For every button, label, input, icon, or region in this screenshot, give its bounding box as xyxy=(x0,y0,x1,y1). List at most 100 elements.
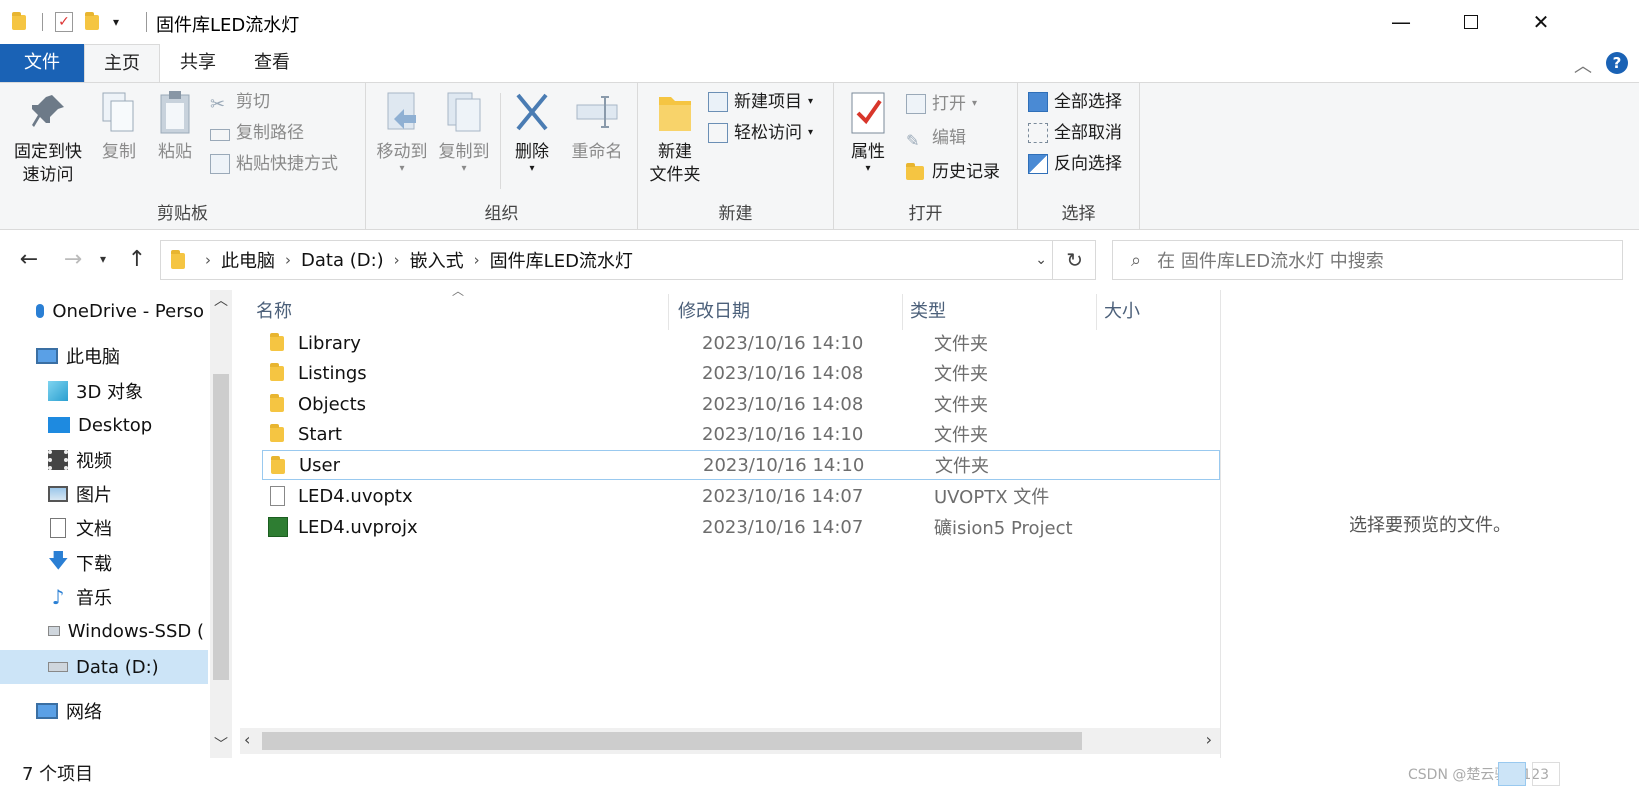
customize-quick-access-icon[interactable]: ▾ xyxy=(113,15,119,29)
paste-shortcut-button[interactable]: 粘贴快捷方式 xyxy=(210,151,338,177)
scroll-thumb[interactable] xyxy=(213,374,229,680)
copy-to-button[interactable]: 复制到 ▾ xyxy=(434,89,494,174)
scroll-thumb[interactable] xyxy=(262,732,1082,750)
open-label: 打开 xyxy=(932,94,966,114)
file-date: 2023/10/16 14:07 xyxy=(702,485,864,507)
tab-share[interactable]: 共享 xyxy=(160,44,236,82)
copy-button[interactable]: 复制 xyxy=(94,89,144,164)
watermark: CSDN @楚云骑士123 xyxy=(1408,767,1550,783)
network-icon xyxy=(36,703,58,719)
open-icon xyxy=(906,94,926,114)
new-group-label: 新建 xyxy=(718,204,753,224)
open-button[interactable]: 打开 ▾ xyxy=(906,91,977,117)
copy-to-icon xyxy=(442,89,486,137)
scroll-right-icon[interactable]: › xyxy=(1206,730,1212,749)
folder-icon xyxy=(169,250,189,270)
refresh-icon[interactable]: ↻ xyxy=(1066,248,1083,272)
scroll-down-icon[interactable]: ﹀ xyxy=(214,734,228,754)
properties-check-icon[interactable]: ✓ xyxy=(55,12,73,32)
minimize-button[interactable]: — xyxy=(1366,0,1436,44)
tab-home[interactable]: 主页 xyxy=(84,44,160,83)
nav-label: 图片 xyxy=(76,485,112,506)
file-type: 文件夹 xyxy=(934,334,988,355)
table-row[interactable]: Listings 2023/10/16 14:08 文件夹 xyxy=(262,358,1220,388)
delete-button[interactable]: 删除 ▾ xyxy=(502,89,562,174)
large-icons-view-icon[interactable] xyxy=(1532,762,1560,786)
scroll-up-icon[interactable]: ︿ xyxy=(214,290,228,310)
nav-item-music[interactable]: ♪ 音乐 xyxy=(48,582,204,612)
recent-locations-button[interactable]: ▾ xyxy=(92,242,114,276)
cube-icon xyxy=(48,381,68,401)
column-header-date[interactable]: 修改日期 xyxy=(678,294,750,330)
column-header-size[interactable]: 大小 xyxy=(1104,294,1140,330)
scroll-left-icon[interactable]: ‹ xyxy=(244,730,250,749)
new-item-button[interactable]: 新建项目 ▾ xyxy=(708,89,813,115)
select-all-button[interactable]: 全部选择 xyxy=(1028,89,1122,115)
file-type: UVOPTX 文件 xyxy=(934,487,1050,508)
new-folder-icon[interactable] xyxy=(85,12,103,32)
tab-view[interactable]: 查看 xyxy=(234,44,310,82)
nav-item-pictures[interactable]: 图片 xyxy=(48,479,204,509)
up-arrow-icon: ↑ xyxy=(127,246,147,272)
select-group-label: 选择 xyxy=(1061,204,1096,224)
table-row[interactable]: Start 2023/10/16 14:10 文件夹 xyxy=(262,419,1220,449)
address-dropdown-icon[interactable]: ⌄ xyxy=(1035,252,1047,268)
column-header-name[interactable]: 名称 xyxy=(256,294,292,330)
table-row[interactable]: Library 2023/10/16 14:10 文件夹 xyxy=(262,328,1220,358)
table-row[interactable]: User 2023/10/16 14:10 文件夹 xyxy=(262,450,1220,480)
back-button[interactable]: ← xyxy=(12,242,46,276)
folder-icon xyxy=(268,333,288,353)
nav-item-downloads[interactable]: 🡇 下载 xyxy=(48,548,204,578)
maximize-button[interactable] xyxy=(1436,0,1506,44)
nav-item-network[interactable]: 网络 xyxy=(36,696,204,726)
easy-access-button[interactable]: 轻松访问 ▾ xyxy=(708,120,813,146)
rename-button[interactable]: 重命名 xyxy=(562,89,632,164)
nav-label: 3D 对象 xyxy=(76,382,144,403)
paste-button[interactable]: 粘贴 xyxy=(150,89,200,164)
up-button[interactable]: ↑ xyxy=(120,242,154,276)
folder-icon[interactable] xyxy=(12,12,30,32)
nav-item-desktop[interactable]: Desktop xyxy=(48,410,204,440)
table-row[interactable]: Objects 2023/10/16 14:08 文件夹 xyxy=(262,389,1220,419)
close-button[interactable]: ✕ xyxy=(1506,0,1576,44)
breadcrumb-this-pc[interactable]: 此电脑 xyxy=(221,247,275,273)
copy-path-button[interactable]: 复制路径 xyxy=(210,120,304,146)
table-row[interactable]: LED4.uvoptx 2023/10/16 14:07 UVOPTX 文件 xyxy=(262,481,1220,511)
navigation-pane: OneDrive - Perso 此电脑 3D 对象 Desktop 视频 图片… xyxy=(0,290,234,758)
forward-button[interactable]: → xyxy=(56,242,90,276)
select-none-button[interactable]: 全部取消 xyxy=(1028,120,1122,146)
edit-button[interactable]: ✎ 编辑 xyxy=(906,125,966,151)
nav-scrollbar[interactable]: ︿ ﹀ xyxy=(210,290,232,758)
table-row[interactable]: LED4.uvprojx 2023/10/16 14:07 礦ision5 Proj… xyxy=(262,512,1220,542)
cut-button[interactable]: ✂ 剪切 xyxy=(210,89,270,115)
details-view-icon[interactable] xyxy=(1498,762,1526,786)
pin-to-quick-access-button[interactable]: 固定到快 速访问 xyxy=(6,89,90,187)
history-button[interactable]: 历史记录 xyxy=(906,159,1000,185)
column-header-type[interactable]: 类型 xyxy=(910,294,946,330)
tab-file[interactable]: 文件 xyxy=(0,44,84,82)
nav-item-videos[interactable]: 视频 xyxy=(48,445,204,475)
keil-project-icon xyxy=(268,517,288,537)
nav-item-this-pc[interactable]: 此电脑 xyxy=(36,341,204,371)
nav-item-data-d[interactable]: Data (D:) xyxy=(0,650,208,684)
nav-item-3d-objects[interactable]: 3D 对象 xyxy=(48,376,204,406)
new-folder-button[interactable]: 新建 文件夹 xyxy=(642,89,708,187)
group-new: 新建 文件夹 新建项目 ▾ 轻松访问 ▾ 新建 xyxy=(638,83,834,230)
edit-label: 编辑 xyxy=(932,128,966,148)
breadcrumb-current[interactable]: 固件库LED流水灯 xyxy=(490,247,633,273)
search-box[interactable]: ⌕ 在 固件库LED流水灯 中搜索 xyxy=(1112,240,1623,280)
address-bar[interactable]: › 此电脑 › Data (D:) › 嵌入式 › 固件库LED流水灯 ⌄ ↻ xyxy=(160,240,1096,280)
invert-selection-button[interactable]: 反向选择 xyxy=(1028,151,1122,177)
nav-item-documents[interactable]: 文档 xyxy=(48,513,204,543)
move-to-button[interactable]: 移动到 ▾ xyxy=(372,89,432,174)
collapse-ribbon-icon[interactable]: ︿ xyxy=(1574,52,1592,78)
rename-icon xyxy=(575,89,619,137)
properties-button[interactable]: 属性 ▾ xyxy=(840,89,896,174)
breadcrumb-data-d[interactable]: Data (D:) xyxy=(301,250,384,271)
breadcrumb-embedded[interactable]: 嵌入式 xyxy=(410,247,464,273)
list-horizontal-scrollbar[interactable]: ‹ › xyxy=(240,728,1220,754)
help-icon[interactable]: ? xyxy=(1606,52,1628,74)
file-type: 文件夹 xyxy=(934,395,988,416)
nav-item-windows-ssd[interactable]: Windows-SSD ( xyxy=(48,616,204,646)
nav-item-onedrive[interactable]: OneDrive - Perso xyxy=(36,296,204,326)
